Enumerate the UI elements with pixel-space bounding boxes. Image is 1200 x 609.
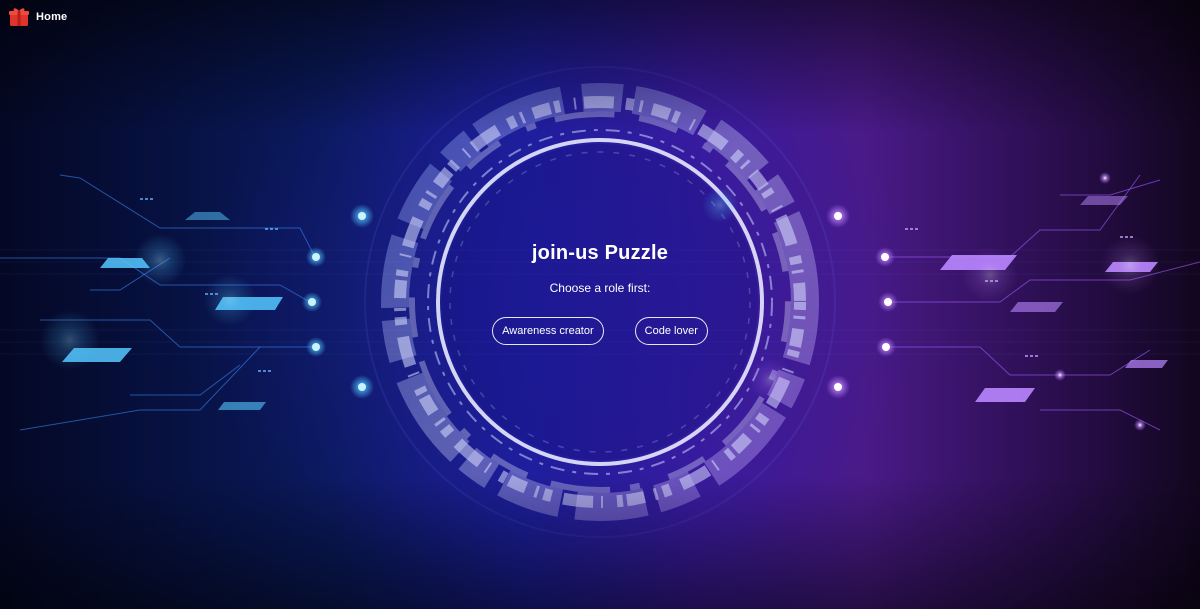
role-prompt: Choose a role first: xyxy=(549,281,651,295)
role-options: Awareness creator Code lover xyxy=(450,317,750,345)
home-label: Home xyxy=(36,11,68,23)
home-nav-link[interactable]: Home xyxy=(0,0,67,34)
page-background: Home join-us Puzzle Choose a role first:… xyxy=(0,0,1200,609)
code-lover-button[interactable]: Code lover xyxy=(634,317,708,345)
page-title: join-us Puzzle xyxy=(531,242,669,264)
role-selection-panel: join-us Puzzle Choose a role first: Awar… xyxy=(450,230,750,345)
gift-box-icon xyxy=(9,8,29,26)
awareness-creator-button[interactable]: Awareness creator xyxy=(492,317,604,345)
